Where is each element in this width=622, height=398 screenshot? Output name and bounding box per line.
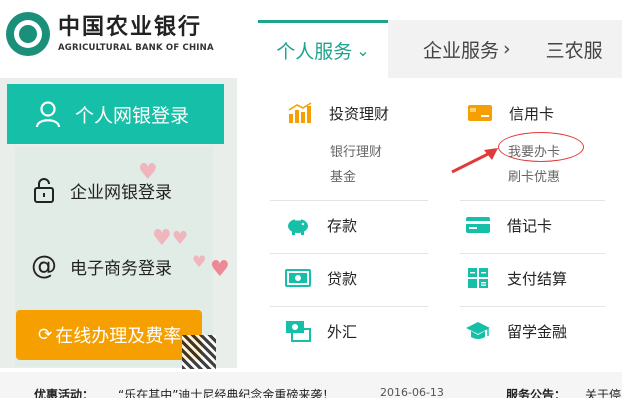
- bar-chart-icon: [288, 102, 312, 123]
- tab-label: 企业服务: [423, 39, 500, 62]
- link-card-offers[interactable]: 刷卡优惠: [508, 166, 560, 185]
- refresh-icon: ⟳: [38, 325, 53, 345]
- qr-code-icon[interactable]: [182, 335, 216, 369]
- corporate-login-link[interactable]: 企业网银登录: [30, 176, 172, 204]
- personal-login-label: 个人网银登录: [75, 104, 190, 127]
- corporate-login-label: 企业网银登录: [70, 182, 172, 203]
- menu-label: 支付结算: [507, 269, 568, 288]
- abc-logo-icon: [6, 12, 50, 56]
- link-bank-wealth[interactable]: 银行理财: [330, 141, 382, 160]
- credit-card-icon: [468, 105, 492, 121]
- currency-exchange-icon: [286, 321, 311, 342]
- notice-label: 服务公告：: [506, 388, 567, 398]
- menu-study-abroad[interactable]: 留学金融: [465, 320, 567, 342]
- piggy-bank-icon: [288, 219, 308, 235]
- menu-label: 投资理财: [329, 104, 390, 123]
- menu-label: 留学金融: [507, 322, 568, 341]
- divider: [460, 200, 605, 201]
- menu-credit-card[interactable]: 信用卡: [467, 102, 554, 124]
- tab-rural-services[interactable]: 三农服: [511, 20, 603, 78]
- at-sign-icon: @: [31, 251, 57, 281]
- menu-label: 存款: [327, 216, 358, 235]
- menu-loan[interactable]: 贷款: [285, 267, 357, 289]
- online-fees-label: 在线办理及费率: [55, 326, 182, 347]
- menu-label: 借记卡: [507, 216, 553, 235]
- menu-label: 贷款: [327, 269, 358, 288]
- promo-label: 优惠活动：: [34, 388, 95, 398]
- annotation-ellipse: [498, 132, 584, 162]
- notice-link[interactable]: 关于停: [585, 386, 621, 398]
- news-bar: 优惠活动： “乐在其中”迪士尼经典纪念金重磅来袭！ 2016-06-13 服务公…: [0, 372, 622, 398]
- heart-decoration-icon: ♥: [192, 252, 207, 271]
- chevron-down-icon: ⌄: [356, 41, 370, 60]
- menu-forex[interactable]: 外汇: [285, 320, 357, 342]
- promo-date: 2016-06-13: [380, 386, 444, 398]
- main-nav: 个人服务 ⌄ 企业服务 › 三农服: [258, 20, 622, 78]
- heart-decoration-icon: ♥: [172, 228, 189, 249]
- ecommerce-login-link[interactable]: @ 电子商务登录: [30, 251, 172, 281]
- debit-card-icon: [466, 217, 490, 233]
- banknote-icon: [285, 269, 311, 287]
- tab-corporate-services[interactable]: 企业服务 ›: [388, 20, 511, 78]
- chevron-right-icon: ›: [503, 38, 511, 60]
- menu-label: 信用卡: [509, 104, 555, 123]
- annotation-arrow-icon: [451, 148, 498, 174]
- link-fund[interactable]: 基金: [330, 166, 356, 185]
- online-fees-button[interactable]: ⟳ 在线办理及费率: [16, 310, 202, 360]
- divider: [460, 306, 605, 307]
- graduation-cap-icon: [466, 322, 490, 339]
- lock-icon: [34, 178, 54, 203]
- promo-link[interactable]: “乐在其中”迪士尼经典纪念金重磅来袭！: [118, 386, 334, 398]
- bank-logo[interactable]: 中国农业银行 AGRICULTURAL BANK OF CHINA: [6, 12, 214, 56]
- menu-payment[interactable]: 支付结算: [465, 267, 567, 289]
- divider: [460, 253, 605, 254]
- page: 中国农业银行 AGRICULTURAL BANK OF CHINA 个人服务 ⌄…: [0, 0, 622, 398]
- heart-decoration-icon: ♥: [152, 226, 172, 251]
- ecommerce-login-label: 电子商务登录: [70, 258, 172, 279]
- brand-name-cn: 中国农业银行: [58, 14, 203, 40]
- divider: [270, 306, 428, 307]
- tab-personal-services[interactable]: 个人服务 ⌄: [258, 20, 388, 78]
- tab-label: 三农服: [545, 39, 603, 62]
- tab-label: 个人服务: [276, 41, 353, 63]
- brand-name-en: AGRICULTURAL BANK OF CHINA: [58, 42, 214, 53]
- heart-decoration-icon: ♥: [210, 257, 230, 282]
- menu-debit-card[interactable]: 借记卡: [465, 214, 552, 236]
- menu-investment[interactable]: 投资理财: [287, 102, 389, 124]
- menu-deposit[interactable]: 存款: [285, 214, 357, 236]
- menu-label: 外汇: [327, 322, 358, 341]
- user-icon: [35, 101, 61, 128]
- divider: [270, 253, 428, 254]
- calculator-icon: [468, 268, 488, 288]
- personal-login-button[interactable]: 个人网银登录: [7, 84, 224, 144]
- divider: [270, 200, 428, 201]
